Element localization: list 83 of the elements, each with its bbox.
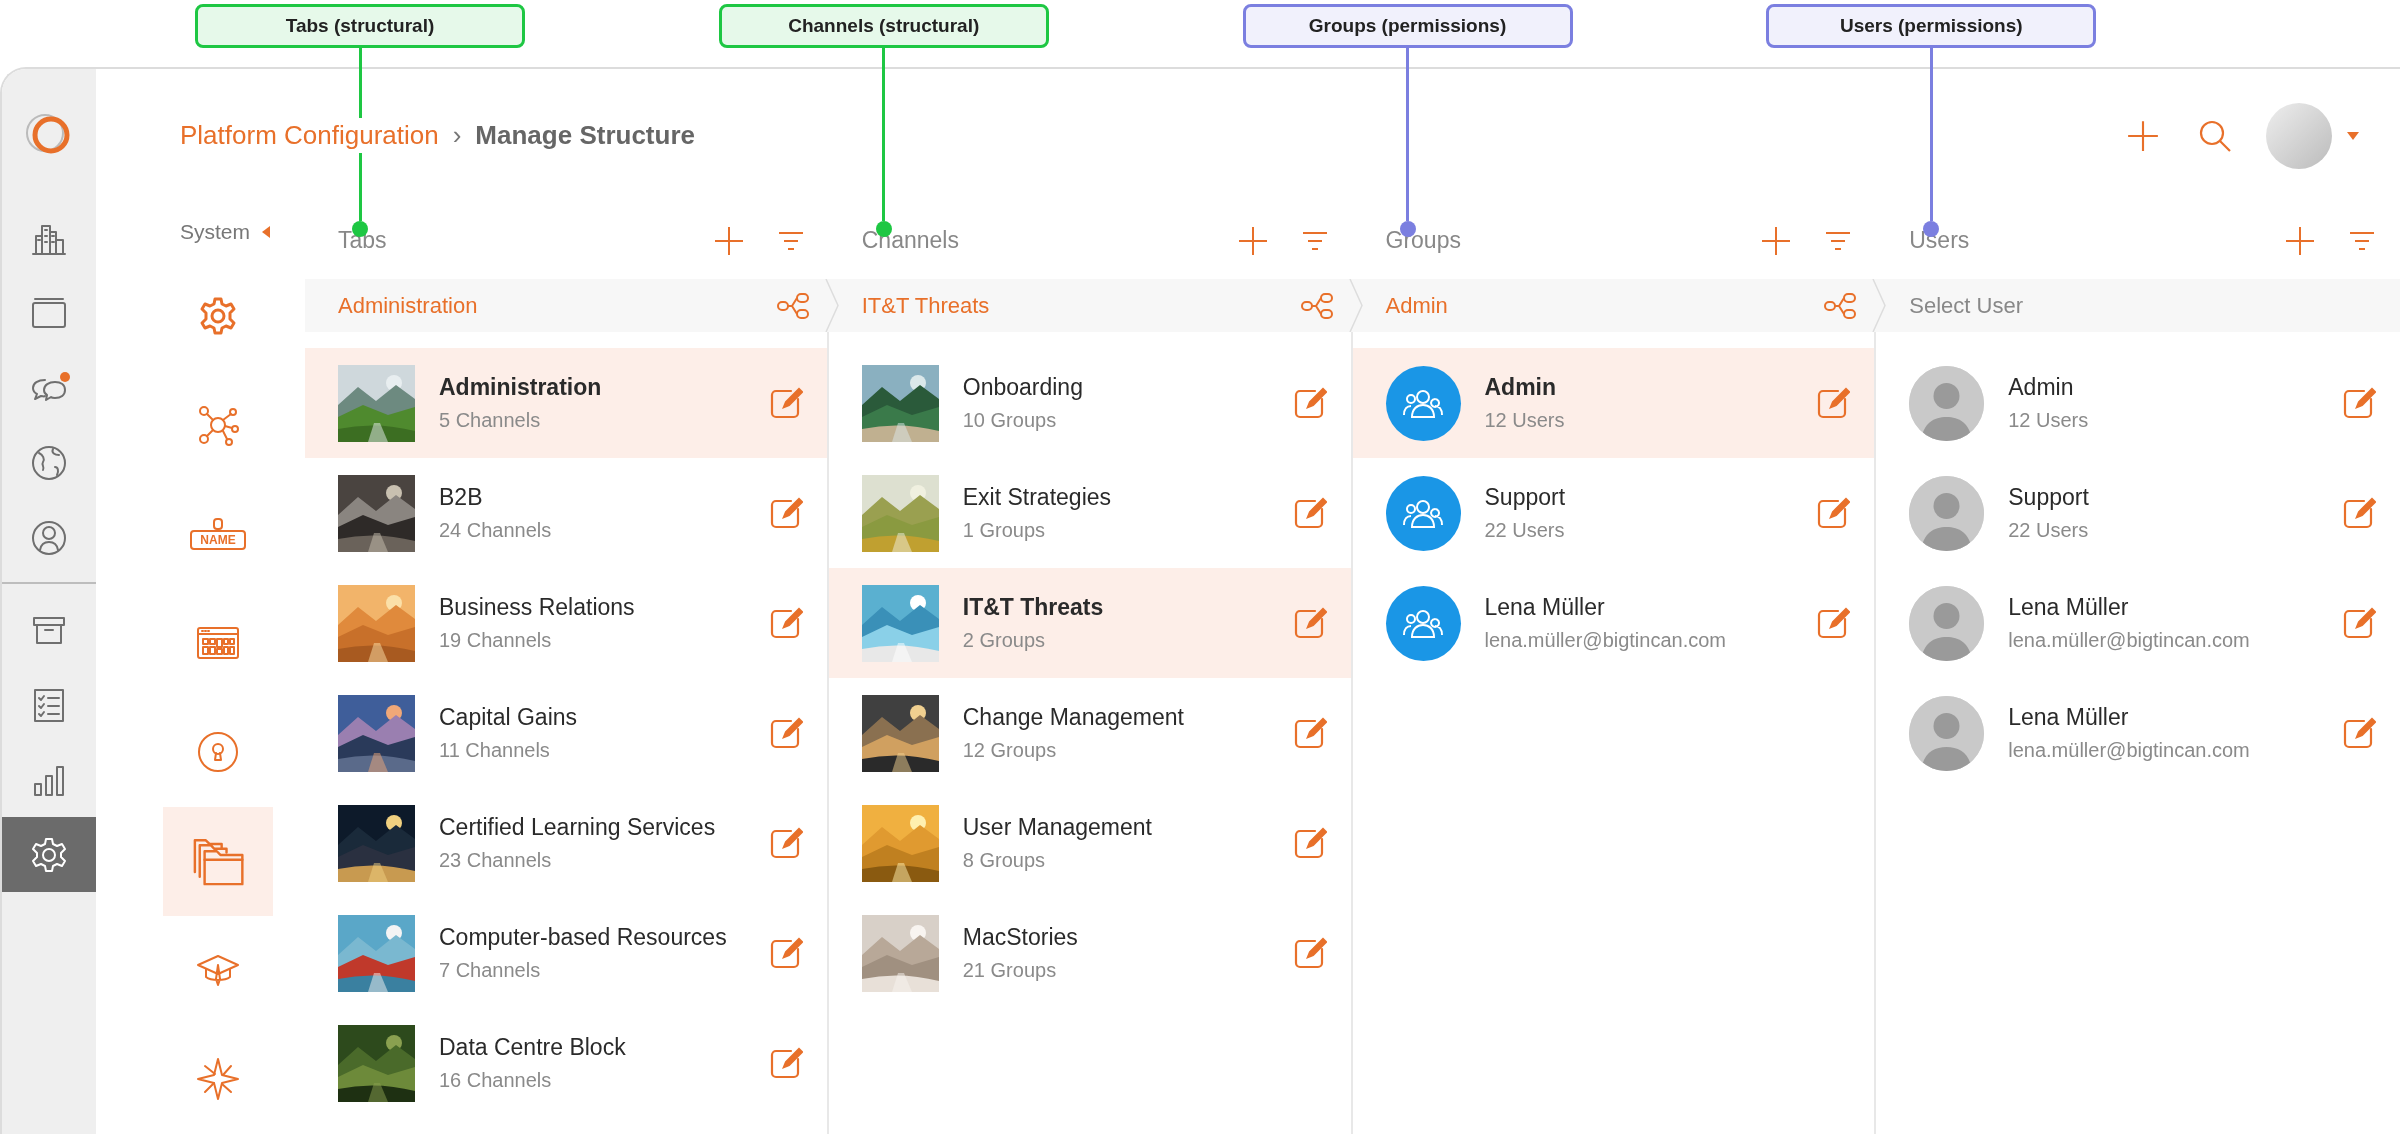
item-subtitle: 7 Channels <box>439 959 542 982</box>
item-title: Change Management <box>962 704 1185 731</box>
item-title: Support <box>2008 484 2090 511</box>
list-item[interactable]: Support 22 Users <box>1876 458 2400 568</box>
section-title: System <box>180 219 250 244</box>
list-item[interactable]: Support 22 Users <box>1352 458 1875 568</box>
item-subtitle: 10 Groups <box>962 409 1058 432</box>
item-title: Support <box>1484 484 1567 511</box>
item-subtitle: 21 Groups <box>962 959 1058 982</box>
item-subtitle: 16 Channels <box>439 1069 553 1092</box>
list-item[interactable]: Administration 5 Channels <box>305 348 827 458</box>
column-title: Users <box>1909 227 1970 254</box>
item-subtitle: 2 Groups <box>962 629 1046 652</box>
caret-icon[interactable] <box>2346 130 2360 141</box>
item-title: Administration <box>439 374 603 401</box>
caret-icon[interactable] <box>262 225 270 238</box>
list-item[interactable]: B2B 24 Channels <box>305 458 827 568</box>
item-subtitle: lena.müller@bigtincan.com <box>2008 629 2251 652</box>
item-subtitle: lena.müller@bigtincan.com <box>1484 629 1728 652</box>
column-title: Tabs <box>338 227 387 254</box>
list-item[interactable]: MacStories 21 Groups <box>828 898 1351 1008</box>
item-subtitle: 24 Channels <box>439 519 553 542</box>
list-item[interactable]: Change Management 12 Groups <box>828 678 1351 788</box>
list-item[interactable]: Lena Müller lena.müller@bigtincan.com <box>1876 678 2400 788</box>
item-title: Exit Strategies <box>962 484 1113 511</box>
item-title: Data Centre Block <box>439 1034 627 1061</box>
selected-item-label: IT&T Threats <box>861 292 990 319</box>
list-item[interactable]: Onboarding 10 Groups <box>828 348 1351 458</box>
placeholder-text: Select User <box>1909 292 2023 319</box>
nav-item[interactable] <box>163 806 273 916</box>
list-item[interactable]: Data Centre Block 16 Channels <box>305 1008 827 1118</box>
item-title: MacStories <box>962 924 1079 951</box>
item-title: Lena Müller <box>2008 594 2130 621</box>
item-subtitle: 12 Groups <box>962 739 1058 762</box>
annotation-label: Users (permissions) <box>1766 4 2097 48</box>
hierarchy-icon[interactable] <box>1300 292 1333 319</box>
item-title: Onboarding <box>962 374 1084 401</box>
item-subtitle: 22 Users <box>2008 519 2090 542</box>
item-subtitle: 12 Users <box>1484 409 1566 432</box>
item-subtitle: 23 Channels <box>439 849 553 872</box>
list-item[interactable]: Business Relations 19 Channels <box>305 568 827 678</box>
list-item[interactable]: Lena Müller lena.müller@bigtincan.com <box>1876 568 2400 678</box>
item-subtitle: 19 Channels <box>439 629 553 652</box>
list-item[interactable]: IT&T Threats 2 Groups <box>828 568 1351 678</box>
item-title: B2B <box>439 484 484 511</box>
list-item[interactable]: Lena Müller lena.müller@bigtincan.com <box>1352 568 1875 678</box>
item-title: Certified Learning Services <box>439 814 717 841</box>
item-title: IT&T Threats <box>962 594 1105 621</box>
annotation-label: Channels (structural) <box>718 4 1049 48</box>
annotation-label: Groups (permissions) <box>1242 4 1573 48</box>
list-item[interactable]: Certified Learning Services 23 Channels <box>305 788 827 898</box>
item-subtitle: 8 Groups <box>962 849 1046 872</box>
page-title: Manage Structure <box>475 120 695 151</box>
list-item[interactable]: Exit Strategies 1 Groups <box>828 458 1351 568</box>
list-item[interactable]: User Management 8 Groups <box>828 788 1351 898</box>
annotation-label: Tabs (structural) <box>195 4 525 48</box>
column-title: Groups <box>1385 227 1461 254</box>
item-title: Admin <box>2008 374 2075 401</box>
breadcrumb-separator: › <box>452 120 462 151</box>
item-subtitle: 12 Users <box>2008 409 2090 432</box>
item-title: Lena Müller <box>2008 704 2130 731</box>
selected-item-label: Admin <box>1385 292 1448 319</box>
hierarchy-icon[interactable] <box>1824 292 1857 319</box>
item-subtitle: 11 Channels <box>439 739 551 762</box>
item-title: Computer-based Resources <box>439 924 728 951</box>
list-item[interactable]: Admin 12 Users <box>1352 348 1875 458</box>
list-item[interactable]: Capital Gains 11 Channels <box>305 678 827 788</box>
compass-icon[interactable] <box>195 1056 241 1103</box>
item-title: User Management <box>962 814 1153 841</box>
hierarchy-icon[interactable] <box>776 292 809 319</box>
item-title: Capital Gains <box>439 704 579 731</box>
item-title: Admin <box>1484 374 1558 401</box>
item-subtitle: 1 Groups <box>962 519 1046 542</box>
item-subtitle: lena.müller@bigtincan.com <box>2008 739 2251 762</box>
selected-item-label: Administration <box>338 292 478 319</box>
column-title: Channels <box>861 227 959 254</box>
item-title: Business Relations <box>439 594 636 621</box>
list-item[interactable]: Admin 12 Users <box>1876 348 2400 458</box>
item-subtitle: 5 Channels <box>439 409 542 432</box>
item-title: Lena Müller <box>1484 594 1606 621</box>
rail-item[interactable] <box>2 817 96 892</box>
list-item[interactable]: Computer-based Resources 7 Channels <box>305 898 827 1008</box>
item-subtitle: 22 Users <box>1484 519 1566 542</box>
